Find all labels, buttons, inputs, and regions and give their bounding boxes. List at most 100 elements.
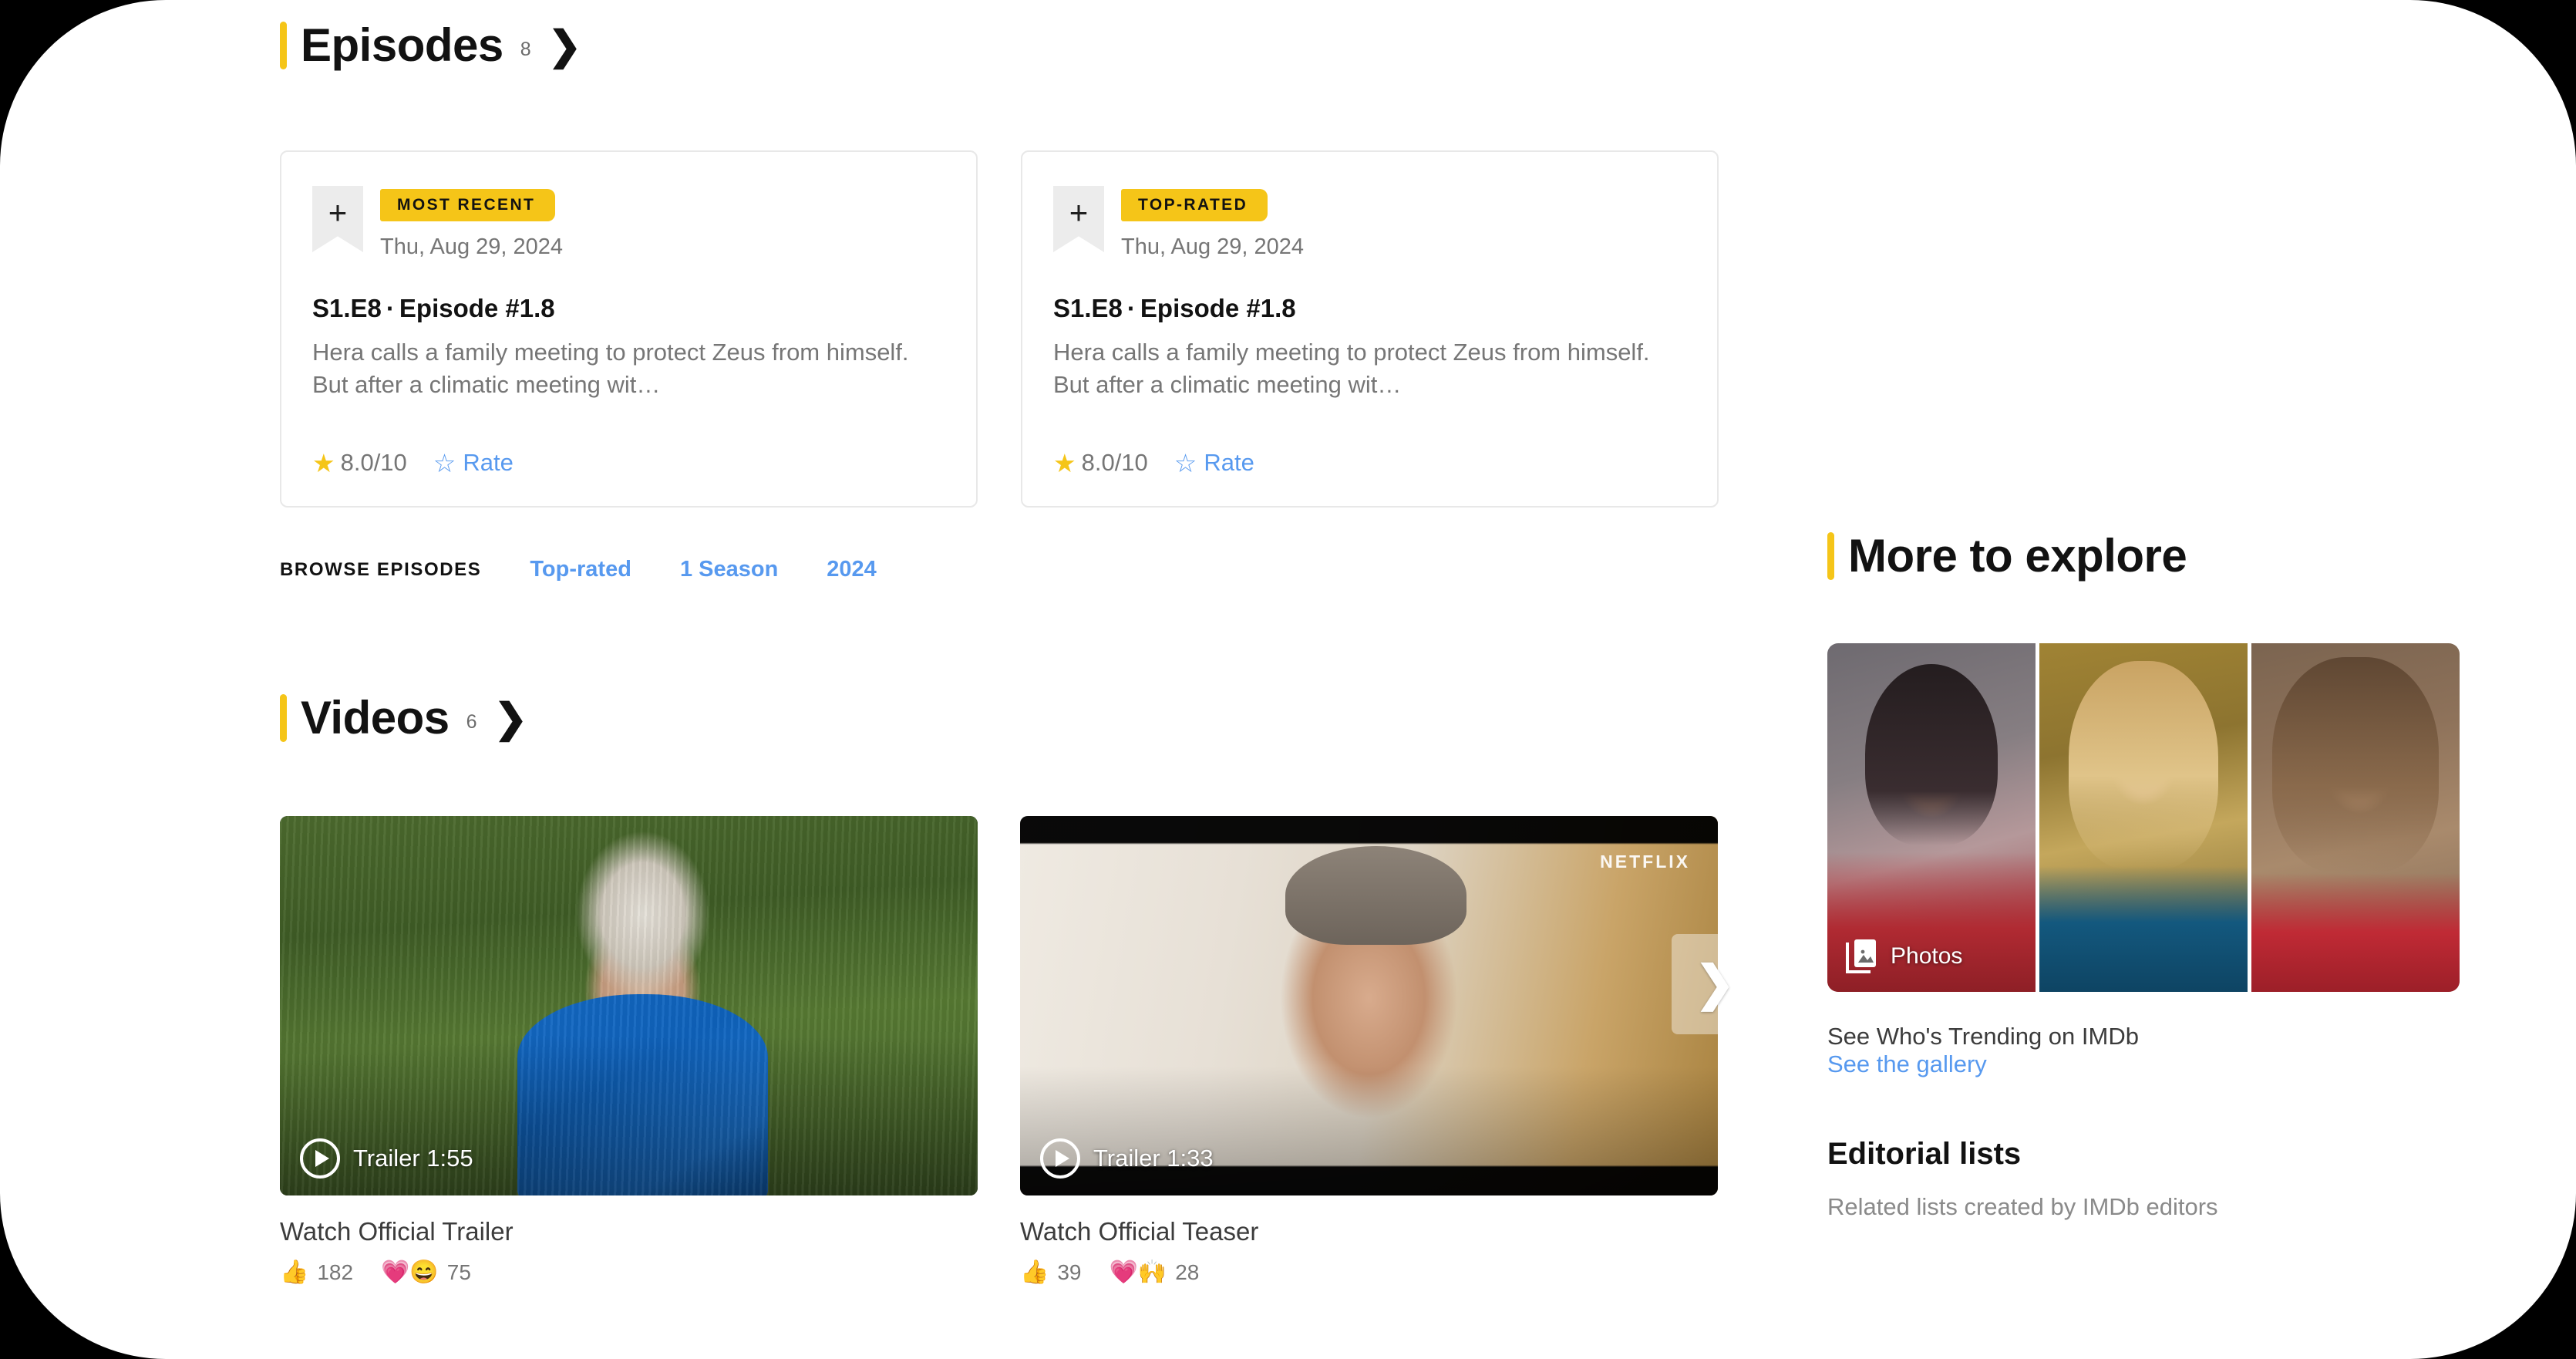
imdb-title-page: Episodes 8 ❯ + MOST RECENT Thu, Aug 29, … <box>0 0 2576 1359</box>
video-caption[interactable]: Watch Official Teaser <box>1020 1217 1718 1246</box>
browse-filter-top-rated[interactable]: Top-rated <box>530 557 631 582</box>
video-thumbnail[interactable]: Trailer 1:55 <box>280 816 978 1195</box>
video-reactions: 👍 182 💗😄 75 <box>280 1260 978 1285</box>
videos-count: 6 <box>466 711 477 733</box>
reaction-count: 75 <box>446 1260 471 1284</box>
episode-card-list: + MOST RECENT Thu, Aug 29, 2024 S1.E8 · Ep… <box>280 150 1719 508</box>
reaction-emoji-group[interactable]: 💗😄 75 <box>381 1260 471 1285</box>
episodes-title: Episodes <box>301 19 503 71</box>
episode-description: Hera calls a family meeting to protect Z… <box>312 339 909 399</box>
episode-meta: TOP-RATED Thu, Aug 29, 2024 <box>1121 186 1304 260</box>
star-outline-icon: ☆ <box>433 448 456 477</box>
episode-name: Episode #1.8 <box>399 294 555 322</box>
reaction-count: 28 <box>1175 1260 1200 1284</box>
episode-season-number: S1.E8 <box>312 294 382 322</box>
episode-rating-value: 8.0/10 <box>340 449 407 476</box>
episode-card-most-recent[interactable]: + MOST RECENT Thu, Aug 29, 2024 S1.E8 · Ep… <box>280 150 978 508</box>
watchlist-bookmark-icon[interactable]: + <box>312 186 363 252</box>
editorial-lists-subtitle: Related lists created by IMDb editors <box>1827 1193 2218 1220</box>
episode-title-separator: · <box>386 294 395 322</box>
reaction-thumbs-up[interactable]: 👍 39 <box>1020 1260 1082 1285</box>
videos-section-header[interactable]: Videos 6 ❯ <box>280 694 527 742</box>
browse-filter-year[interactable]: 2024 <box>827 557 877 582</box>
rate-label: Rate <box>463 449 514 476</box>
accent-bar <box>280 694 287 742</box>
episode-card-top: + MOST RECENT Thu, Aug 29, 2024 <box>312 186 945 260</box>
accent-bar <box>280 22 287 69</box>
star-outline-icon: ☆ <box>1174 448 1197 477</box>
videos-title: Videos <box>301 692 450 744</box>
collage-photo-2 <box>2039 643 2248 992</box>
browse-filter-season[interactable]: 1 Season <box>680 557 778 582</box>
episode-rating-row: ★ 8.0/10 ☆ Rate <box>312 449 514 477</box>
plus-icon: + <box>1069 194 1089 231</box>
chevron-right-icon: ❯ <box>1695 957 1735 1010</box>
chevron-right-icon: ❯ <box>493 696 528 741</box>
episode-imdb-rating: ★ 8.0/10 <box>1053 449 1148 477</box>
reaction-count: 182 <box>317 1260 354 1284</box>
video-card-list: Trailer 1:55 Watch Official Trailer 👍 18… <box>280 816 1718 1285</box>
episode-rate-button[interactable]: ☆ Rate <box>433 449 514 477</box>
episode-title[interactable]: S1.E8 · Episode #1.8 <box>312 294 945 323</box>
more-to-explore-title: More to explore <box>1848 530 2187 582</box>
reaction-thumbs-up[interactable]: 👍 182 <box>280 1260 353 1285</box>
thumbs-up-icon: 👍 <box>1020 1260 1049 1285</box>
photos-badge: Photos <box>1844 938 1962 975</box>
video-caption[interactable]: Watch Official Trailer <box>280 1217 978 1246</box>
trending-caption: See Who's Trending on IMDb <box>1827 1023 2139 1050</box>
episode-name: Episode #1.8 <box>1140 294 1296 322</box>
star-filled-icon: ★ <box>1053 448 1076 477</box>
rate-label: Rate <box>1204 449 1254 476</box>
episode-card-top: + TOP-RATED Thu, Aug 29, 2024 <box>1053 186 1686 260</box>
episode-season-number: S1.E8 <box>1053 294 1123 322</box>
play-icon <box>300 1138 340 1179</box>
episode-rating-value: 8.0/10 <box>1081 449 1148 476</box>
photos-collage[interactable]: Photos <box>1827 643 2460 992</box>
episode-badge: TOP-RATED <box>1121 189 1268 221</box>
photos-badge-label: Photos <box>1891 943 1963 969</box>
page-content: Episodes 8 ❯ + MOST RECENT Thu, Aug 29, … <box>0 0 2576 1359</box>
episode-imdb-rating: ★ 8.0/10 <box>312 449 407 477</box>
video-duration-label: Trailer 1:33 <box>1093 1145 1214 1172</box>
episode-air-date: Thu, Aug 29, 2024 <box>1121 234 1305 259</box>
videos-carousel-next-button[interactable]: ❯ <box>1672 934 1758 1034</box>
video-card-teaser[interactable]: NETFLIX Trailer 1:33 Watch Official Teas… <box>1020 816 1718 1285</box>
video-card-trailer[interactable]: Trailer 1:55 Watch Official Trailer 👍 18… <box>280 816 978 1285</box>
photos-icon <box>1846 939 1876 973</box>
episodes-count: 8 <box>520 39 531 60</box>
browse-episodes-row: BROWSE EPISODES Top-rated 1 Season 2024 <box>280 557 877 582</box>
video-reactions: 👍 39 💗🙌 28 <box>1020 1260 1718 1285</box>
plus-icon: + <box>328 194 348 231</box>
netflix-watermark: NETFLIX <box>1600 851 1690 872</box>
episode-title[interactable]: S1.E8 · Episode #1.8 <box>1053 294 1686 323</box>
browse-episodes-label: BROWSE EPISODES <box>280 558 482 580</box>
episode-rate-button[interactable]: ☆ Rate <box>1174 449 1254 477</box>
heart-raised-hands-icon: 💗🙌 <box>1109 1260 1167 1285</box>
reaction-emoji-group[interactable]: 💗🙌 28 <box>1110 1260 1200 1285</box>
more-to-explore-header: More to explore <box>1827 532 2475 580</box>
episode-description: Hera calls a family meeting to protect Z… <box>1053 339 1650 399</box>
episode-rating-row: ★ 8.0/10 ☆ Rate <box>1053 449 1254 477</box>
episode-air-date: Thu, Aug 29, 2024 <box>380 234 564 259</box>
video-play-overlay[interactable]: Trailer 1:33 <box>1040 1138 1214 1179</box>
video-thumbnail[interactable]: NETFLIX Trailer 1:33 <box>1020 816 1718 1195</box>
episode-meta: MOST RECENT Thu, Aug 29, 2024 <box>380 186 563 260</box>
video-duration-label: Trailer 1:55 <box>353 1145 473 1172</box>
thumbs-up-icon: 👍 <box>280 1260 309 1285</box>
editorial-lists-title: Editorial lists <box>1827 1137 2022 1171</box>
heart-laugh-icon: 💗😄 <box>381 1260 439 1285</box>
see-the-gallery-link[interactable]: See the gallery <box>1827 1050 1987 1077</box>
watchlist-bookmark-icon[interactable]: + <box>1053 186 1104 252</box>
episode-card-top-rated[interactable]: + TOP-RATED Thu, Aug 29, 2024 S1.E8 · Epis… <box>1021 150 1719 508</box>
episode-badge: MOST RECENT <box>380 189 556 221</box>
chevron-right-icon: ❯ <box>547 24 582 69</box>
collage-photo-3 <box>2251 643 2460 992</box>
episode-title-separator: · <box>1126 294 1136 322</box>
play-icon <box>1040 1138 1080 1179</box>
episodes-section-header[interactable]: Episodes 8 ❯ <box>280 22 581 69</box>
reaction-count: 39 <box>1057 1260 1082 1284</box>
accent-bar <box>1827 532 1834 580</box>
video-play-overlay[interactable]: Trailer 1:55 <box>300 1138 473 1179</box>
more-to-explore-sidebar: More to explore Photos See Who's Trendin… <box>1827 532 2475 1221</box>
star-filled-icon: ★ <box>312 448 335 477</box>
